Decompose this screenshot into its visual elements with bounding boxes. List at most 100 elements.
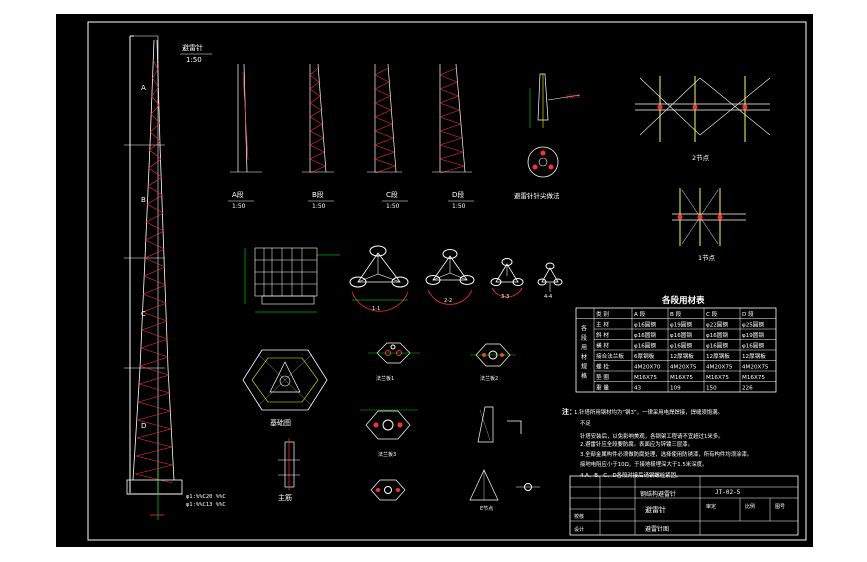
foundation-plan bbox=[242, 349, 328, 411]
segment-a-label: A段 bbox=[232, 190, 244, 199]
table-cell: φ16圆钢 bbox=[706, 342, 728, 350]
table-cell: 主 材 bbox=[596, 321, 609, 329]
rod-tip-detail: φ38/5 bbox=[527, 73, 581, 178]
table-cell: 109 bbox=[670, 386, 681, 392]
main-footnote-2: φ1:%%C13 %%C bbox=[186, 502, 226, 508]
table-header-cell: D 段 bbox=[742, 310, 754, 318]
section-1-label: 1-1 bbox=[372, 306, 380, 312]
segment-b-scale: 1:50 bbox=[312, 203, 326, 210]
cross-section-2 bbox=[425, 249, 475, 305]
detail-e-label: E节点 bbox=[480, 506, 493, 512]
cad-viewport[interactable]: A B C D 避雷针 1:50 φ1:%%C20 %%C φ1:%%C13 %… bbox=[0, 0, 867, 562]
table-cell: φ22圆钢 bbox=[706, 321, 728, 329]
flange-plate-1 bbox=[368, 342, 420, 364]
segment-elevations bbox=[230, 63, 472, 174]
title-label-checker: 校核 bbox=[574, 513, 584, 520]
table-cell: φ16圆钢 bbox=[634, 342, 656, 350]
table-cell: 接合法兰板 bbox=[596, 352, 624, 360]
table-cell: φ25圆钢 bbox=[742, 321, 764, 329]
section-label-b: B bbox=[141, 196, 146, 204]
note-line: 1.针塔所用钢材均为“钢3”，一律采用电焊焊接，焊缝须饱满。 bbox=[574, 408, 723, 416]
cross-section-4 bbox=[537, 262, 563, 292]
foundation-elevation bbox=[244, 247, 340, 313]
table-side-label: 格 bbox=[581, 372, 587, 380]
section-label-d: D bbox=[141, 422, 146, 430]
table-cell: φ16圆钢 bbox=[634, 321, 656, 329]
plate-2-label: 法兰板2 bbox=[480, 375, 498, 382]
table-cell: φ16圆钢 bbox=[670, 342, 692, 350]
table-title: 各段用材表 bbox=[661, 295, 705, 306]
main-footnote-1: φ1:%%C20 %%C bbox=[186, 494, 226, 500]
node-2-detail bbox=[635, 76, 771, 142]
title-sheet: 避雷针图 bbox=[645, 525, 669, 533]
table-cell: M16X75 bbox=[634, 375, 657, 381]
table-cell: φ19圆钢 bbox=[742, 331, 764, 339]
section-2-label: 2-2 bbox=[444, 298, 452, 304]
note-line: 针塔安装后，以免影响美观，各钢架工程请不宜超过1米多。 bbox=[580, 432, 724, 440]
svg-text:φ38/5: φ38/5 bbox=[566, 94, 580, 100]
segment-c-scale: 1:50 bbox=[386, 203, 400, 210]
table-cell: 12厚钢板 bbox=[670, 352, 694, 360]
cad-drawing: A B C D 避雷针 1:50 φ1:%%C20 %%C φ1:%%C13 %… bbox=[87, 21, 807, 541]
gusset-detail bbox=[469, 406, 540, 501]
flange-plate-4 bbox=[370, 479, 406, 501]
table-cell: 螺 栓 bbox=[596, 363, 609, 371]
table-header-cell: 类 别 bbox=[596, 310, 609, 318]
cross-section-1 bbox=[349, 245, 409, 312]
segment-a-scale: 1:50 bbox=[232, 203, 246, 210]
table-cell: 垫 圈 bbox=[596, 373, 609, 381]
flange-plate-2 bbox=[470, 343, 516, 367]
node-1-detail bbox=[672, 188, 746, 246]
main-view-title: 避雷针 bbox=[182, 43, 203, 52]
table-cell: 4M20X75 bbox=[670, 365, 697, 371]
plate-1-label: 法兰板1 bbox=[376, 375, 394, 382]
flange-plate-3 bbox=[360, 409, 418, 440]
cross-section-3 bbox=[490, 258, 524, 298]
table-cell: φ16圆钢 bbox=[742, 342, 764, 350]
title-label-approver: 审定 bbox=[706, 503, 716, 510]
table-cell: 150 bbox=[706, 386, 717, 392]
segment-d-scale: 1:50 bbox=[452, 203, 466, 210]
tower-lattice bbox=[135, 59, 173, 484]
title-label-designer: 设计 bbox=[574, 526, 584, 533]
table-side-label: 规 bbox=[581, 363, 587, 371]
note-line: 接地电阻应小于10Ω，于接地极埋深大于1.5米深度。 bbox=[580, 460, 707, 468]
table-cell: φ16圆钢 bbox=[706, 331, 728, 339]
table-header-cell: B 段 bbox=[670, 310, 682, 318]
section-label-c: C bbox=[141, 310, 146, 318]
table-cell: M16X75 bbox=[742, 375, 765, 381]
main-bar-detail bbox=[278, 438, 300, 490]
table-cell: 横 材 bbox=[596, 342, 609, 350]
table-cell: 4M20X70 bbox=[634, 365, 661, 371]
segment-d-label: D段 bbox=[452, 190, 464, 199]
table-cell: 4M20X75 bbox=[706, 365, 733, 371]
title-drawing-name: 避雷针 bbox=[645, 505, 666, 514]
main-bar-label: 主筋 bbox=[278, 493, 292, 502]
title-project: 钢结构避雷针 bbox=[640, 490, 676, 498]
segment-b-label: B段 bbox=[312, 190, 324, 199]
table-cell: 4M20X75 bbox=[742, 365, 769, 371]
table-cell: M16X75 bbox=[670, 375, 693, 381]
notes-block: 1.针塔所用钢材均为“钢3”，一律采用电焊焊接，焊缝须饱满。不足针塔安装后，以免… bbox=[574, 408, 752, 479]
note-line: 2.避雷针应全段要防腐。表面应为锌镀三层漆。 bbox=[580, 440, 693, 448]
section-3-label: 3-3 bbox=[501, 294, 509, 300]
table-cell: 6厚钢板 bbox=[634, 352, 655, 360]
table-cell: 43 bbox=[634, 386, 642, 392]
section-label-a: A bbox=[141, 84, 146, 92]
table-header-cell: A 段 bbox=[634, 310, 646, 318]
table-cell: M16X75 bbox=[706, 375, 729, 381]
title-label-scale: 比例 bbox=[745, 503, 755, 510]
section-4-label: 4-4 bbox=[544, 294, 552, 300]
table-cell: φ19圆钢 bbox=[670, 321, 692, 329]
table-cell: 12厚钢板 bbox=[742, 352, 766, 360]
table-cell: 斜 材 bbox=[596, 331, 609, 339]
main-view-scale: 1:50 bbox=[186, 56, 202, 64]
plate-3-label: 法兰板3 bbox=[378, 451, 396, 458]
node-2-label: 2节点 bbox=[692, 154, 710, 162]
foundation-plan-label: 基础图 bbox=[270, 418, 291, 427]
table-side-label: 段 bbox=[581, 334, 587, 342]
tower-elevation bbox=[124, 35, 183, 520]
node-1-label: 1节点 bbox=[698, 254, 716, 262]
segment-c-label: C段 bbox=[386, 190, 398, 199]
title-label-drawing: 图号 bbox=[775, 504, 785, 510]
